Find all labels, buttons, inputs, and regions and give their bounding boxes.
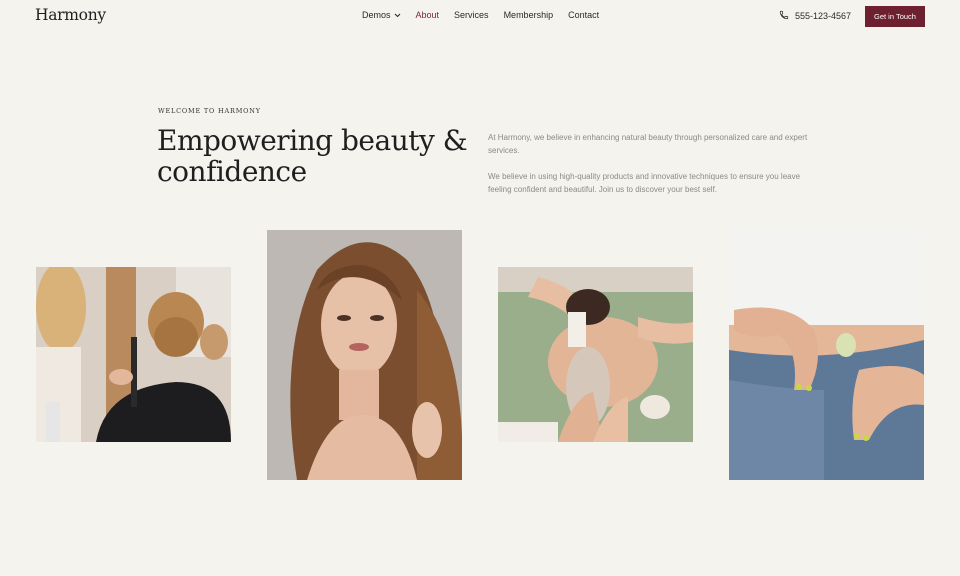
main-nav: Demos About Services Membership Contact	[362, 10, 599, 20]
site-header: Harmony Demos About Services Membership …	[0, 0, 960, 32]
gallery-photo-spa-treatment	[498, 267, 693, 442]
brand-logo[interactable]: Harmony	[35, 6, 106, 24]
gallery-photo-portrait	[267, 230, 462, 480]
headline-line-1: Empowering beauty &	[157, 124, 468, 157]
headline-line-2: confidence	[157, 155, 307, 188]
phone-number: 555-123-4567	[795, 11, 852, 21]
nav-item-demos[interactable]: Demos	[362, 10, 401, 20]
nav-item-label: Demos	[362, 10, 391, 20]
hero-headline: Empowering beauty & confidence	[157, 125, 487, 187]
hero-eyebrow: WELCOME TO HARMONY	[158, 107, 261, 115]
nav-item-label: Services	[454, 10, 489, 20]
nav-item-label: About	[415, 10, 440, 20]
gallery-photo-hair-styling	[36, 267, 231, 442]
phone-icon	[779, 10, 789, 22]
nav-item-label: Membership	[503, 10, 554, 20]
get-in-touch-button[interactable]: Get in Touch	[865, 6, 925, 27]
nav-item-label: Contact	[568, 10, 600, 20]
nav-item-contact[interactable]: Contact	[568, 10, 599, 20]
nav-item-about[interactable]: About	[416, 10, 440, 20]
nav-item-services[interactable]: Services	[454, 10, 489, 20]
hero-paragraph-2: We believe in using high-quality product…	[488, 172, 801, 194]
gallery-photo-nail-care	[729, 230, 924, 480]
hero-paragraph-1: At Harmony, we believe in enhancing natu…	[488, 133, 808, 155]
phone-link[interactable]: 555-123-4567	[779, 10, 851, 22]
nav-item-membership[interactable]: Membership	[504, 10, 554, 20]
chevron-down-icon	[394, 10, 401, 20]
